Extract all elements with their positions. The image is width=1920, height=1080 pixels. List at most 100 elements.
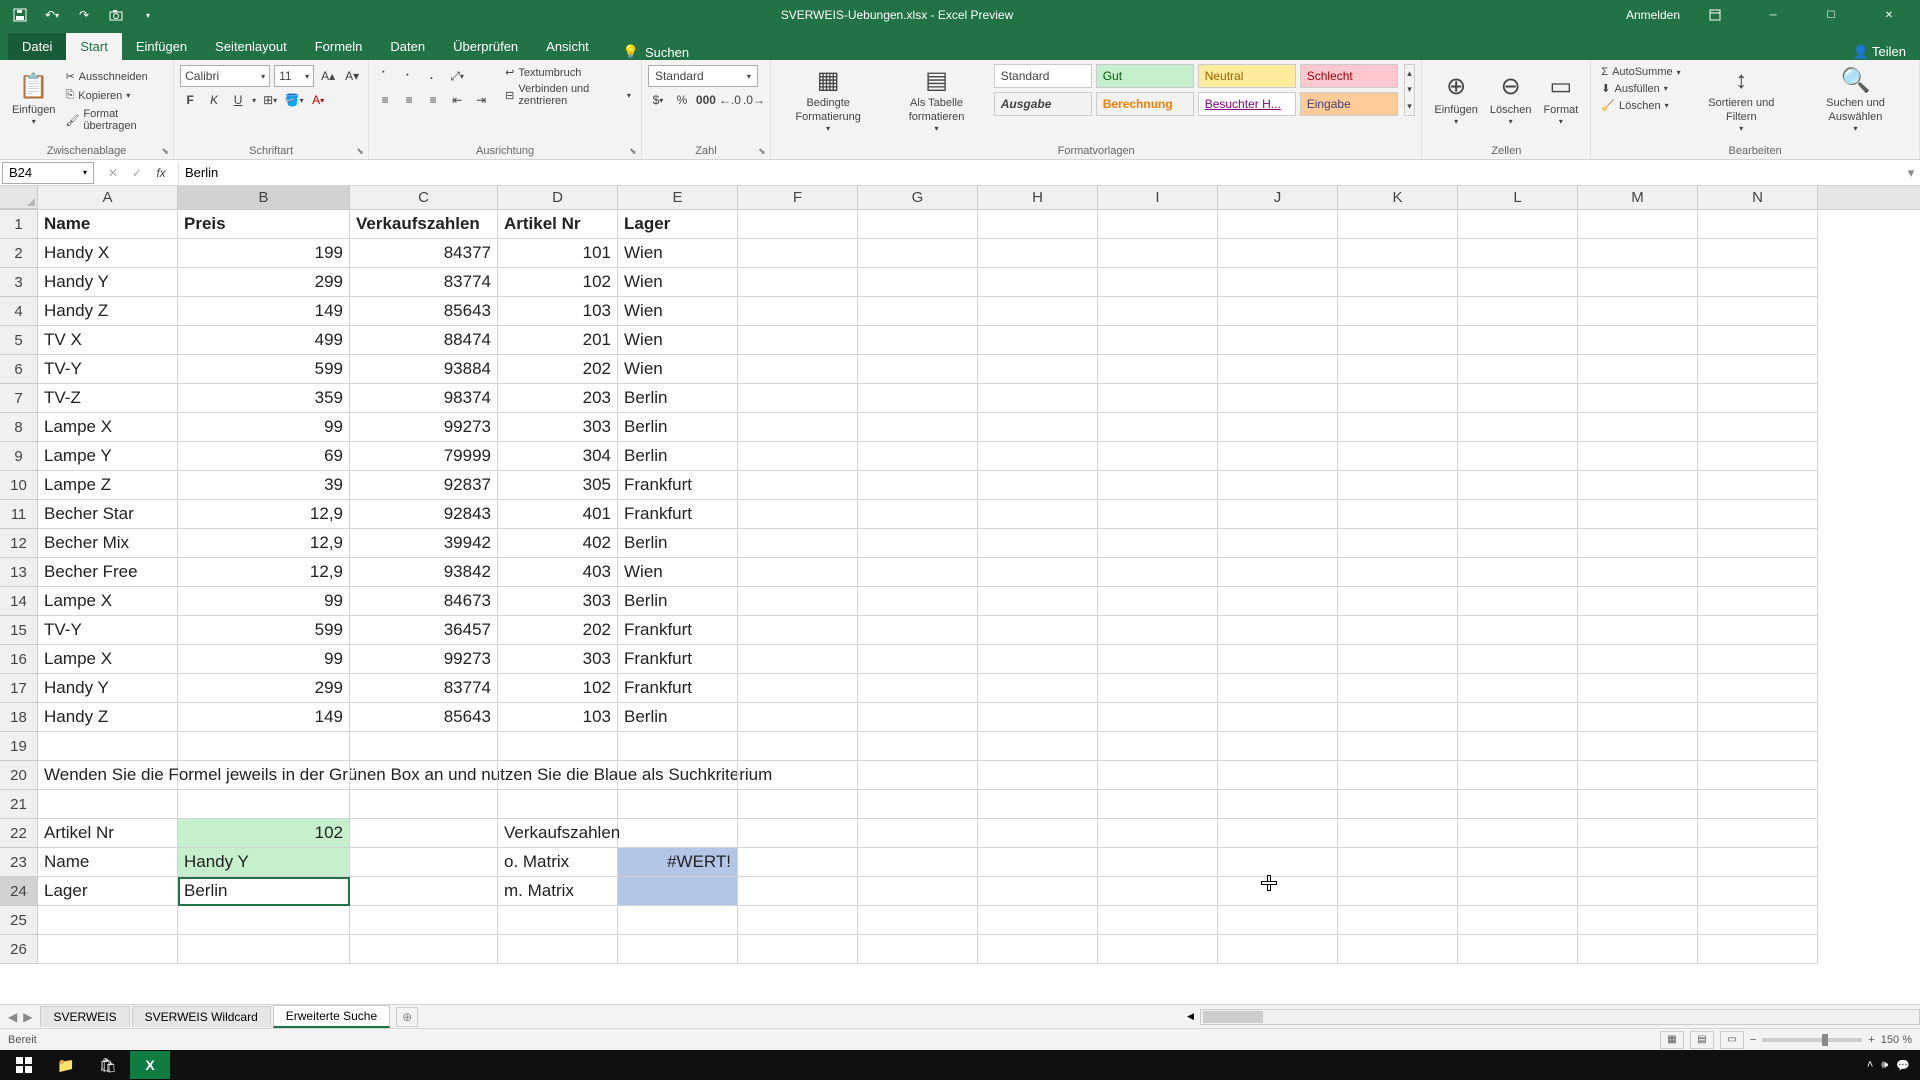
cell-L8[interactable] — [1458, 413, 1578, 442]
cell-C7[interactable]: 98374 — [350, 384, 498, 413]
cell-F1[interactable] — [738, 210, 858, 239]
cell-I25[interactable] — [1098, 906, 1218, 935]
number-format-combo[interactable]: Standard▾ — [648, 65, 758, 87]
cell-G7[interactable] — [858, 384, 978, 413]
cell-D4[interactable]: 103 — [498, 297, 618, 326]
cell-B23[interactable]: Handy Y — [178, 848, 350, 877]
tab-file[interactable]: Datei — [8, 33, 66, 60]
cell-A13[interactable]: Becher Free — [38, 558, 178, 587]
cell-G3[interactable] — [858, 268, 978, 297]
cell-F23[interactable] — [738, 848, 858, 877]
cell-J23[interactable] — [1218, 848, 1338, 877]
row-header-7[interactable]: 7 — [0, 384, 38, 413]
cell-F4[interactable] — [738, 297, 858, 326]
cell-A22[interactable]: Artikel Nr — [38, 819, 178, 848]
cell-B21[interactable] — [178, 790, 350, 819]
cell-B12[interactable]: 12,9 — [178, 529, 350, 558]
cell-K22[interactable] — [1338, 819, 1458, 848]
merge-center-button[interactable]: ⊟Verbinden und zentrieren ▾ — [501, 81, 635, 109]
page-break-view-icon[interactable]: ▭ — [1720, 1031, 1744, 1049]
excel-taskbar-icon[interactable]: X — [130, 1051, 170, 1079]
cell-N25[interactable] — [1698, 906, 1818, 935]
cell-M10[interactable] — [1578, 471, 1698, 500]
cell-A12[interactable]: Becher Mix — [38, 529, 178, 558]
sheet-tab-erweiterte[interactable]: Erweiterte Suche — [273, 1005, 390, 1028]
row-header-12[interactable]: 12 — [0, 529, 38, 558]
cell-A5[interactable]: TV X — [38, 326, 178, 355]
cell-H8[interactable] — [978, 413, 1098, 442]
cell-E16[interactable]: Frankfurt — [618, 645, 738, 674]
cell-E8[interactable]: Berlin — [618, 413, 738, 442]
wrap-text-button[interactable]: ↩Textumbruch — [501, 64, 635, 81]
cancel-formula-icon[interactable]: ✕ — [102, 162, 124, 184]
cell-L4[interactable] — [1458, 297, 1578, 326]
cell-G19[interactable] — [858, 732, 978, 761]
cell-F21[interactable] — [738, 790, 858, 819]
cell-L24[interactable] — [1458, 877, 1578, 906]
cell-K6[interactable] — [1338, 355, 1458, 384]
cell-B5[interactable]: 499 — [178, 326, 350, 355]
cell-F16[interactable] — [738, 645, 858, 674]
cell-G26[interactable] — [858, 935, 978, 964]
tray-network-icon[interactable]: 🕪 — [1881, 1059, 1888, 1072]
cell-I14[interactable] — [1098, 587, 1218, 616]
tab-insert[interactable]: Einfügen — [122, 33, 201, 60]
cell-F12[interactable] — [738, 529, 858, 558]
cell-J7[interactable] — [1218, 384, 1338, 413]
cell-M25[interactable] — [1578, 906, 1698, 935]
cell-L13[interactable] — [1458, 558, 1578, 587]
insert-function-icon[interactable]: fx — [150, 162, 172, 184]
cell-C17[interactable]: 83774 — [350, 674, 498, 703]
cell-K9[interactable] — [1338, 442, 1458, 471]
page-layout-view-icon[interactable]: ▤ — [1690, 1031, 1714, 1049]
cell-C24[interactable] — [350, 877, 498, 906]
close-icon[interactable]: ✕ — [1866, 0, 1912, 30]
cell-D2[interactable]: 101 — [498, 239, 618, 268]
cell-A8[interactable]: Lampe X — [38, 413, 178, 442]
maximize-icon[interactable]: ☐ — [1808, 0, 1854, 30]
cell-B15[interactable]: 599 — [178, 616, 350, 645]
cell-B26[interactable] — [178, 935, 350, 964]
cell-H17[interactable] — [978, 674, 1098, 703]
cell-I11[interactable] — [1098, 500, 1218, 529]
cell-C13[interactable]: 93842 — [350, 558, 498, 587]
cell-E10[interactable]: Frankfurt — [618, 471, 738, 500]
row-header-18[interactable]: 18 — [0, 703, 38, 732]
cell-A21[interactable] — [38, 790, 178, 819]
row-header-2[interactable]: 2 — [0, 239, 38, 268]
cell-N21[interactable] — [1698, 790, 1818, 819]
cell-H16[interactable] — [978, 645, 1098, 674]
sheet-next-icon[interactable]: ▶ — [23, 1010, 32, 1024]
tray-notification-icon[interactable]: 💬 — [1896, 1059, 1910, 1072]
col-header-M[interactable]: M — [1578, 186, 1698, 209]
cell-K7[interactable] — [1338, 384, 1458, 413]
cell-G2[interactable] — [858, 239, 978, 268]
cell-D8[interactable]: 303 — [498, 413, 618, 442]
cell-A6[interactable]: TV-Y — [38, 355, 178, 384]
col-header-F[interactable]: F — [738, 186, 858, 209]
col-header-B[interactable]: B — [178, 186, 350, 209]
name-box[interactable]: B24▾ — [2, 162, 94, 184]
cell-M11[interactable] — [1578, 500, 1698, 529]
cell-K8[interactable] — [1338, 413, 1458, 442]
cell-D19[interactable] — [498, 732, 618, 761]
cell-C9[interactable]: 79999 — [350, 442, 498, 471]
cell-F9[interactable] — [738, 442, 858, 471]
tab-data[interactable]: Daten — [376, 33, 439, 60]
select-all-corner[interactable] — [0, 186, 38, 209]
cell-C16[interactable]: 99273 — [350, 645, 498, 674]
cell-D17[interactable]: 102 — [498, 674, 618, 703]
store-icon[interactable]: 🛍 — [88, 1051, 128, 1079]
row-header-3[interactable]: 3 — [0, 268, 38, 297]
cell-M4[interactable] — [1578, 297, 1698, 326]
cell-H13[interactable] — [978, 558, 1098, 587]
cell-H9[interactable] — [978, 442, 1098, 471]
add-sheet-button[interactable]: ⊕ — [396, 1007, 418, 1027]
tell-me-search[interactable]: 💡 Suchen — [623, 44, 689, 60]
cell-D15[interactable]: 202 — [498, 616, 618, 645]
alignment-launcher-icon[interactable]: ⬊ — [627, 145, 639, 157]
zoom-in-icon[interactable]: + — [1868, 1034, 1874, 1046]
comma-icon[interactable]: 000 — [696, 90, 716, 110]
cell-J18[interactable] — [1218, 703, 1338, 732]
cell-K20[interactable] — [1338, 761, 1458, 790]
